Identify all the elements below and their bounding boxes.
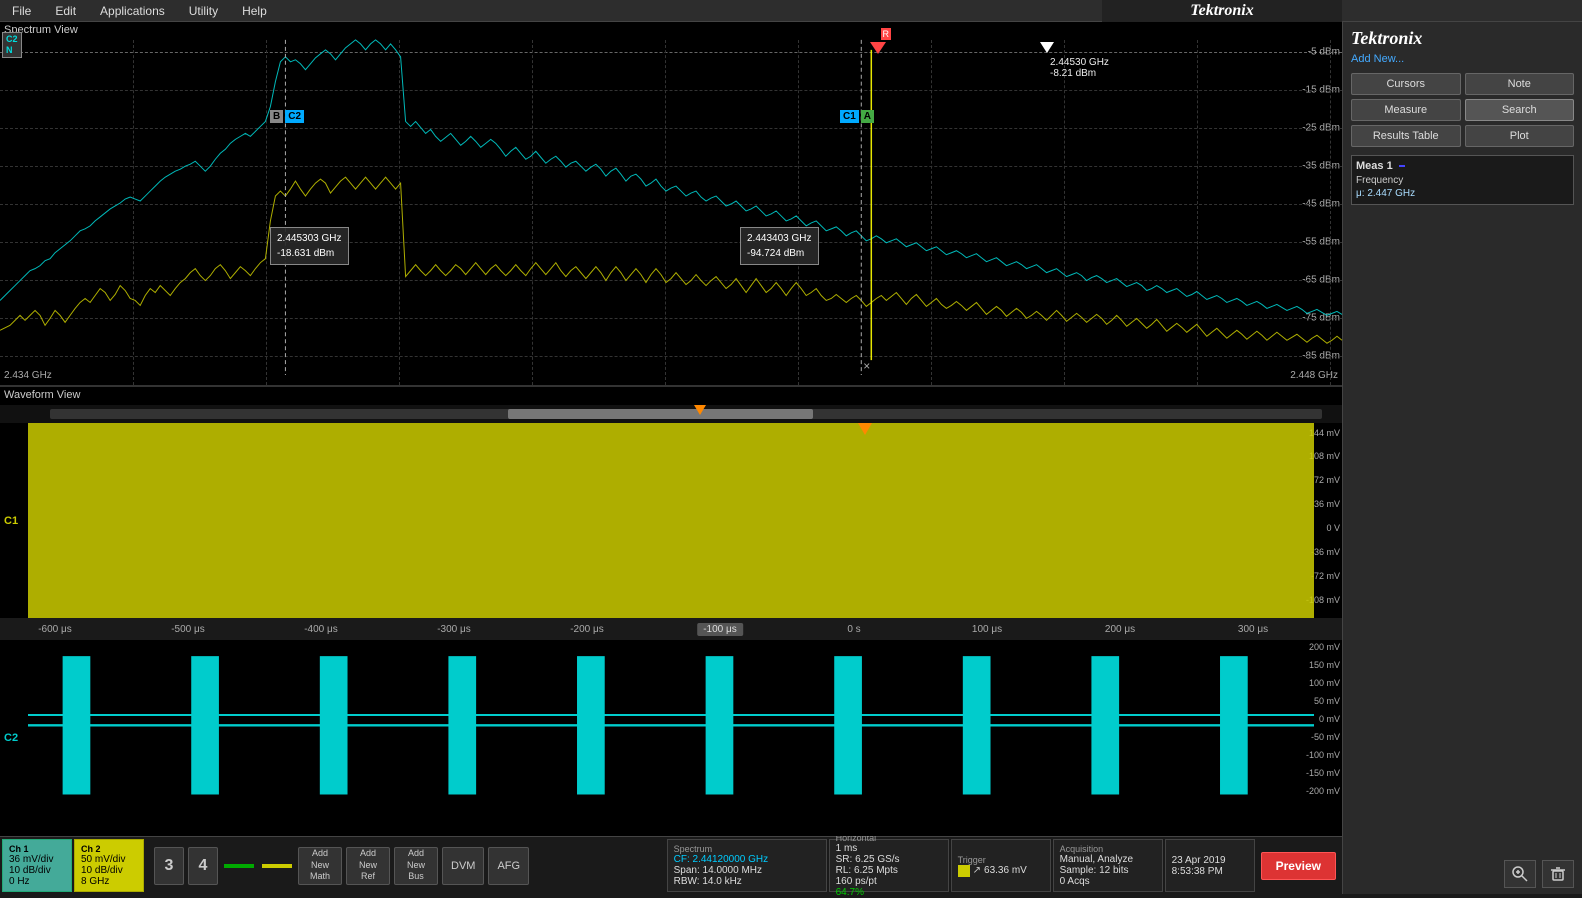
right-panel-icon-row bbox=[1343, 854, 1582, 894]
ch2-icon: C2N bbox=[2, 32, 22, 58]
svg-text:×: × bbox=[863, 359, 870, 373]
num3-btn[interactable]: 3 bbox=[154, 847, 184, 885]
results-table-button[interactable]: Results Table bbox=[1351, 125, 1461, 147]
menu-bar: File Edit Applications Utility Help Tekt… bbox=[0, 0, 1582, 22]
trigger-status: Trigger ↗ 63.36 mV bbox=[951, 839, 1051, 892]
menu-file[interactable]: File bbox=[8, 2, 35, 20]
cursor-a-labels: C1 A bbox=[840, 110, 874, 123]
t-marker-waveform bbox=[858, 423, 872, 435]
time-label-7: 0 s bbox=[847, 624, 860, 635]
ch1-area: 144 mV 108 mV 72 mV 36 mV 0 V -36 mV -72… bbox=[0, 423, 1342, 618]
add-new-button[interactable]: Add New... bbox=[1351, 53, 1574, 65]
spectrum-status: Spectrum CF: 2.44120000 GHz Span: 14.000… bbox=[667, 839, 827, 892]
menu-applications[interactable]: Applications bbox=[96, 2, 169, 20]
preview-button[interactable]: Preview bbox=[1261, 852, 1336, 880]
add-math-btn[interactable]: Add New Math bbox=[298, 847, 342, 885]
waveform-view-title: Waveform View bbox=[4, 389, 80, 401]
time-axis: -600 μs -500 μs -400 μs -300 μs -200 μs … bbox=[0, 618, 1342, 640]
cursors-button[interactable]: Cursors bbox=[1351, 73, 1461, 95]
time-label-5: -200 μs bbox=[570, 624, 604, 635]
r-marker: R bbox=[870, 42, 886, 54]
ch1-ylabel-6: -36 mV bbox=[1311, 547, 1340, 557]
meas-frequency-value: μ: 2.447 GHz bbox=[1356, 187, 1569, 200]
time-label-8: 100 μs bbox=[972, 624, 1002, 635]
time-label-2: -500 μs bbox=[171, 624, 205, 635]
ch-indicator-green bbox=[224, 864, 254, 868]
tool-buttons-area: 3 4 Add New Math Add New Ref Add New Bus… bbox=[146, 839, 665, 892]
meas-title-row: Meas 1 bbox=[1356, 160, 1569, 172]
meas-ch-badge bbox=[1399, 165, 1405, 167]
main-container: Spectrum View C2N B C2 C1 A R bbox=[0, 22, 1582, 894]
ch2-status: Ch 2 50 mV/div 10 dB/div 8 GHz bbox=[74, 839, 144, 892]
panel-btn-row-3: Results Table Plot bbox=[1343, 123, 1582, 149]
t-marker-scroll bbox=[694, 405, 706, 415]
delta-marker bbox=[1040, 42, 1054, 53]
ch1-ylabel-7: -72 mV bbox=[1311, 571, 1340, 581]
ch1-signal-fill bbox=[28, 423, 1314, 618]
ch2-ylabel-5: 0 mV bbox=[1319, 714, 1340, 724]
ch2-ylabel-6: -50 mV bbox=[1311, 732, 1340, 742]
measure-button[interactable]: Measure bbox=[1351, 99, 1461, 121]
trash-icon-btn[interactable] bbox=[1542, 860, 1574, 888]
cursor-a-badge: A bbox=[861, 110, 874, 123]
plot-button[interactable]: Plot bbox=[1465, 125, 1575, 147]
ch2-label: C2 bbox=[4, 732, 18, 744]
ch1-ylabel-4: 36 mV bbox=[1314, 499, 1340, 509]
waveform-view: Waveform View 144 mV bbox=[0, 387, 1342, 836]
add-ref-btn[interactable]: Add New Ref bbox=[346, 847, 390, 885]
ch2-ylabel-4: 50 mV bbox=[1314, 696, 1340, 706]
time-label-6: -100 μs bbox=[697, 623, 743, 636]
trigger-ch-indicator bbox=[958, 865, 970, 877]
dvm-btn[interactable]: DVM bbox=[442, 847, 484, 885]
tektronix-logo: Tektronix bbox=[1343, 22, 1582, 51]
note-button[interactable]: Note bbox=[1465, 73, 1575, 95]
panel-btn-row-1: Cursors Note bbox=[1343, 71, 1582, 97]
r-marker-tooltip: 2.44530 GHz -8.21 dBm bbox=[1050, 57, 1109, 79]
cursor-b-labels: B C2 bbox=[270, 110, 304, 123]
time-label-9: 200 μs bbox=[1105, 624, 1135, 635]
right-panel: Tektronix Add New... Cursors Note Measur… bbox=[1342, 22, 1582, 894]
status-bar: Ch 1 36 mV/div 10 dB/div 0 Hz Ch 2 50 mV… bbox=[0, 836, 1342, 894]
scrollbar-thumb[interactable] bbox=[508, 409, 813, 419]
spectrum-svg: × bbox=[0, 22, 1342, 385]
meas-frequency-label: Frequency bbox=[1356, 174, 1569, 187]
time-label-10: 300 μs bbox=[1238, 624, 1268, 635]
cursor-c1-badge: C1 bbox=[840, 110, 859, 123]
ch2-area: 200 mV 150 mV 100 mV 50 mV 0 mV -50 mV -… bbox=[0, 640, 1342, 836]
zoom-icon-btn[interactable] bbox=[1504, 860, 1536, 888]
ch2-pulses-svg bbox=[28, 640, 1314, 836]
cursor-b-tooltip: 2.445303 GHz -18.631 dBm bbox=[270, 227, 349, 265]
datetime-status: 23 Apr 2019 8:53:38 PM bbox=[1165, 839, 1255, 892]
ch1-label: C1 bbox=[4, 515, 18, 527]
scope-area: Spectrum View C2N B C2 C1 A R bbox=[0, 22, 1342, 894]
menu-help[interactable]: Help bbox=[238, 2, 271, 20]
horizontal-status: Horizontal 1 ms SR: 6.25 GS/s RL: 6.25 M… bbox=[829, 839, 949, 892]
time-label-4: -300 μs bbox=[437, 624, 471, 635]
ch-indicator-yellow bbox=[262, 864, 292, 868]
cursor-a-tooltip: 2.443403 GHz -94.724 dBm bbox=[740, 227, 819, 265]
add-bus-btn[interactable]: Add New Bus bbox=[394, 847, 438, 885]
ch1-ylabel-5: 0 V bbox=[1326, 523, 1340, 533]
trigger-slope-icon: ↗ bbox=[973, 865, 981, 876]
menu-edit[interactable]: Edit bbox=[51, 2, 80, 20]
time-label-1: -600 μs bbox=[38, 624, 72, 635]
ch1-status: Ch 1 36 mV/div 10 dB/div 0 Hz bbox=[2, 839, 72, 892]
spectrum-view: Spectrum View C2N B C2 C1 A R bbox=[0, 22, 1342, 387]
search-button[interactable]: Search bbox=[1465, 99, 1575, 121]
panel-btn-row-2: Measure Search bbox=[1343, 97, 1582, 123]
meas-title: Meas 1 bbox=[1356, 160, 1393, 172]
ch1-ylabel-3: 72 mV bbox=[1314, 475, 1340, 485]
brand-logo: Tektronix bbox=[1102, 0, 1342, 22]
cursor-c2-badge: C2 bbox=[285, 110, 304, 123]
menu-utility[interactable]: Utility bbox=[185, 2, 222, 20]
num4-btn[interactable]: 4 bbox=[188, 847, 218, 885]
waveform-scrollbar[interactable] bbox=[0, 405, 1342, 423]
preview-btn-container: Preview bbox=[1257, 839, 1340, 892]
afg-btn[interactable]: AFG bbox=[488, 847, 529, 885]
cursor-b-badge: B bbox=[270, 110, 283, 123]
scrollbar-track[interactable] bbox=[50, 409, 1322, 419]
meas-panel: Meas 1 Frequency μ: 2.447 GHz bbox=[1351, 155, 1574, 205]
time-label-3: -400 μs bbox=[304, 624, 338, 635]
acquisition-status: Acquisition Manual, Analyze Sample: 12 b… bbox=[1053, 839, 1163, 892]
